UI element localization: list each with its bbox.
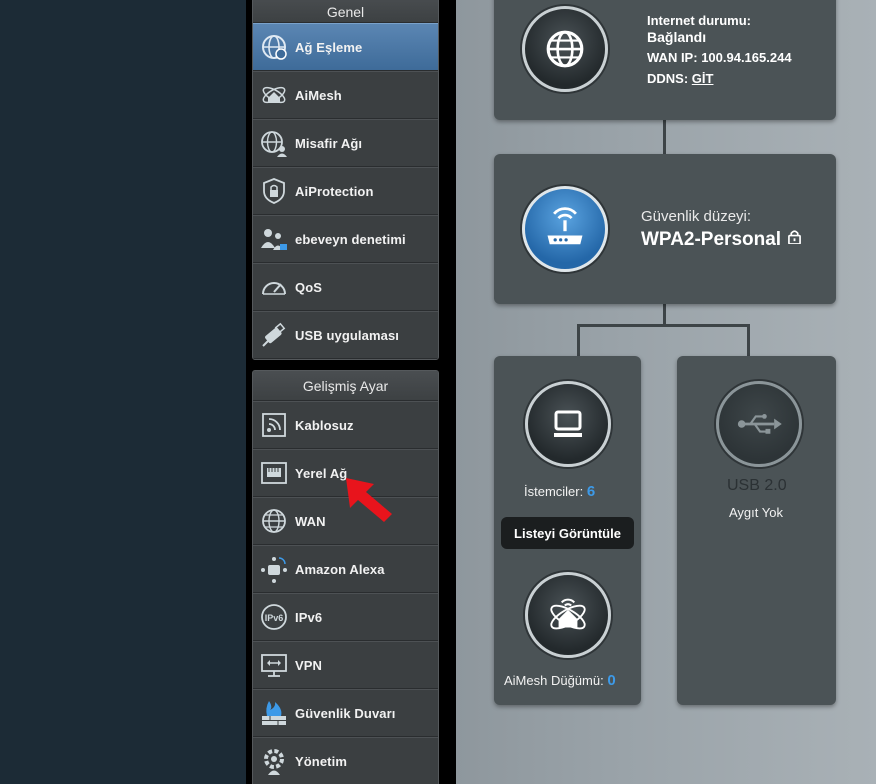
advanced-menu-header: Gelişmiş Ayar — [253, 371, 438, 401]
clients-count: 6 — [586, 483, 596, 500]
menu-item-aiprotection[interactable]: AiProtection — [253, 167, 438, 215]
menu-label: WAN — [295, 513, 326, 529]
menu-label: Ağ Eşleme — [295, 39, 363, 55]
router-button[interactable] — [522, 186, 608, 272]
usb-status: Aygıt Yok — [729, 505, 783, 520]
menu-label: Yönetim — [295, 753, 347, 769]
aimesh-node-icon — [550, 598, 586, 630]
security-level-value: WPA2-Personal — [641, 229, 782, 250]
general-menu-panel: Genel Ağ Eşleme AiMesh Misafir Ağı AiPro… — [252, 0, 439, 360]
usb-app-icon — [253, 311, 295, 359]
menu-item-usb-app[interactable]: USB uygulaması — [253, 311, 438, 359]
menu-label: Amazon Alexa — [295, 561, 385, 577]
menu-label: Yerel Ağ — [295, 465, 348, 481]
menu-label: Kablosuz — [295, 417, 354, 433]
usb-title: USB 2.0 — [727, 477, 787, 494]
view-list-button[interactable]: Listeyi Görüntüle — [501, 517, 634, 549]
shield-lock-icon — [253, 167, 295, 215]
aimesh-node-label: AiMesh Düğümü: — [504, 673, 604, 688]
wireless-icon — [253, 401, 295, 449]
network-map-icon — [253, 23, 295, 71]
lock-icon[interactable] — [788, 229, 802, 245]
menu-item-network-map[interactable]: Ağ Eşleme — [253, 23, 438, 71]
aimesh-node-button[interactable] — [525, 572, 611, 658]
menu-item-wireless[interactable]: Kablosuz — [253, 401, 438, 449]
usb-button[interactable] — [716, 381, 802, 467]
annotation-arrow-icon — [346, 478, 392, 522]
svg-text:IPv6: IPv6 — [265, 613, 284, 623]
menu-item-firewall[interactable]: Güvenlik Duvarı — [253, 689, 438, 737]
speedometer-icon — [253, 263, 295, 311]
menu-label: IPv6 — [295, 609, 323, 625]
menu-item-administration[interactable]: Yönetim — [253, 737, 438, 784]
menu-item-vpn[interactable]: VPN — [253, 641, 438, 689]
menu-item-parental-control[interactable]: ebeveyn denetimi — [253, 215, 438, 263]
security-level-label: Güvenlik düzeyi: — [641, 208, 752, 225]
wan-ip-value: 100.94.165.244 — [701, 50, 792, 65]
ipv6-icon: IPv6 — [253, 593, 295, 641]
wan-ip-label: WAN IP: — [647, 50, 698, 65]
guest-network-icon — [253, 119, 295, 167]
menu-label: AiMesh — [295, 87, 342, 103]
lan-port-icon — [253, 449, 295, 497]
menu-item-aimesh[interactable]: AiMesh — [253, 71, 438, 119]
menu-label: AiProtection — [295, 183, 374, 199]
connector-line — [577, 324, 749, 327]
connector-line — [747, 324, 750, 356]
clients-label: İstemciler: — [524, 484, 584, 499]
general-menu-header: Genel — [253, 0, 438, 23]
aimesh-icon — [253, 71, 295, 119]
page-left-background — [0, 0, 246, 784]
globe-icon — [546, 30, 584, 68]
menu-item-alexa[interactable]: Amazon Alexa — [253, 545, 438, 593]
parental-control-icon — [253, 215, 295, 263]
alexa-icon — [253, 545, 295, 593]
menu-label: VPN — [295, 657, 323, 673]
connector-line — [577, 324, 580, 356]
menu-item-qos[interactable]: QoS — [253, 263, 438, 311]
menu-label: Güvenlik Duvarı — [295, 705, 396, 721]
gear-icon — [253, 737, 295, 784]
menu-item-guest-network[interactable]: Misafir Ağı — [253, 119, 438, 167]
advanced-menu-panel: Gelişmiş Ayar Kablosuz Yerel Ağ WAN Amaz… — [252, 370, 439, 784]
ddns-go-link[interactable]: GİT — [692, 71, 714, 86]
connector-line — [663, 120, 666, 154]
internet-status-value: Bağlandı — [647, 29, 707, 45]
usb-icon — [737, 414, 782, 434]
globe-icon — [253, 497, 295, 545]
menu-label: USB uygulaması — [295, 327, 399, 343]
router-icon — [547, 207, 583, 245]
internet-globe-button[interactable] — [522, 6, 608, 92]
aimesh-node-count: 0 — [607, 672, 616, 689]
internet-status-label: Internet durumu: — [647, 13, 751, 28]
connector-line — [663, 304, 666, 326]
monitor-icon — [554, 410, 582, 437]
menu-label: ebeveyn denetimi — [295, 231, 406, 247]
vpn-icon — [253, 641, 295, 689]
menu-label: QoS — [295, 279, 323, 295]
menu-item-ipv6[interactable]: IPv6 IPv6 — [253, 593, 438, 641]
menu-label: Misafir Ağı — [295, 135, 363, 151]
clients-button[interactable] — [525, 381, 611, 467]
firewall-icon — [253, 689, 295, 737]
ddns-label: DDNS: — [647, 71, 689, 86]
